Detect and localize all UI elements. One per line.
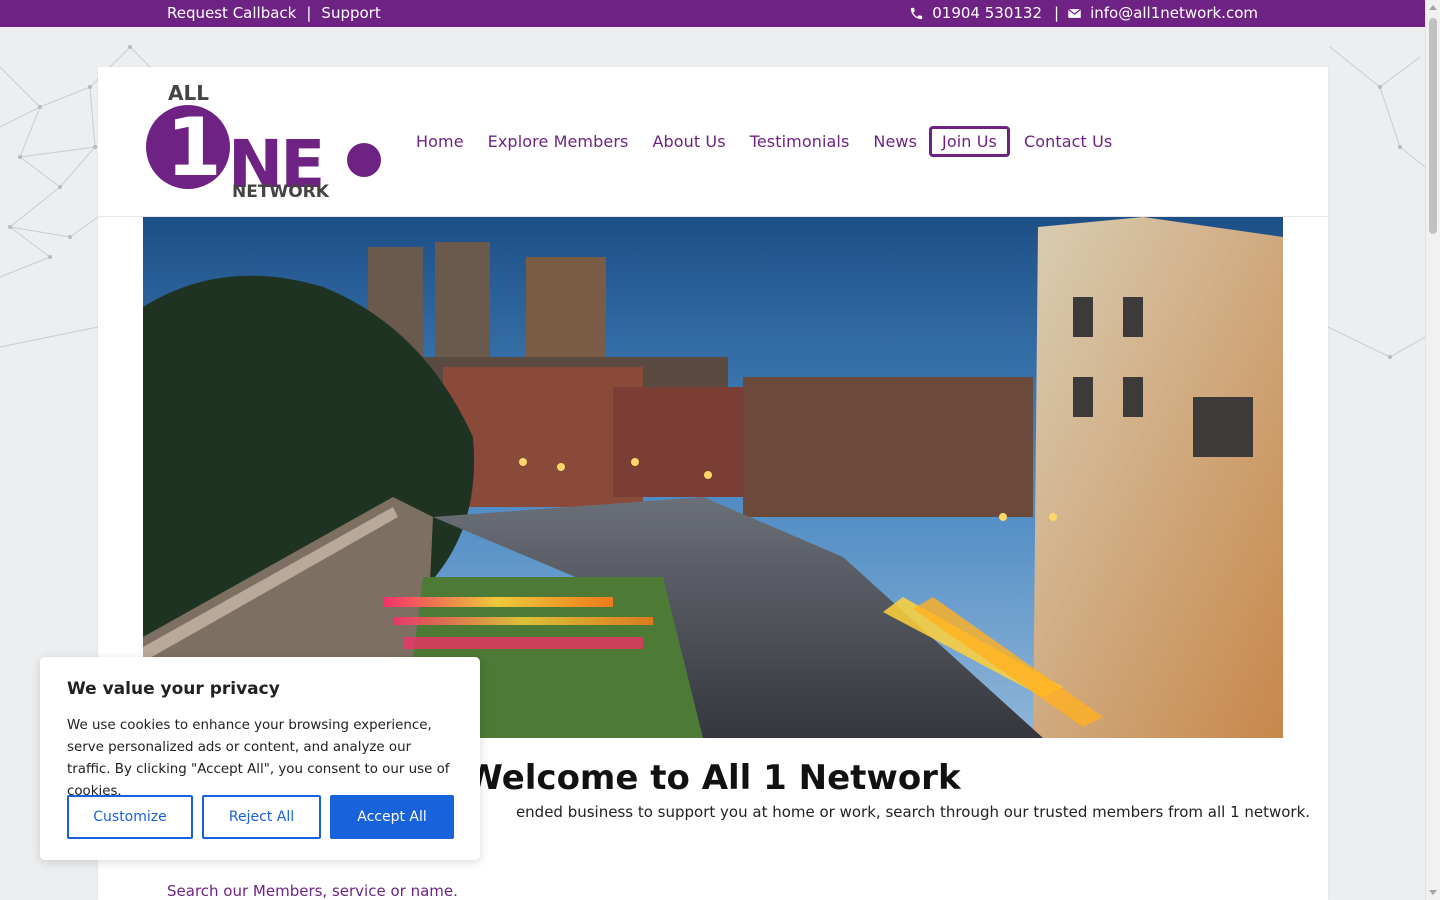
top-bar-left-links: Request Callback | Support — [167, 4, 381, 22]
email-link[interactable]: info@all1network.com — [1090, 4, 1258, 22]
customize-button[interactable]: Customize — [67, 795, 193, 839]
phone-icon — [909, 6, 924, 21]
accept-all-button[interactable]: Accept All — [330, 795, 454, 839]
main-navigation: Home Explore Members About Us Testimonia… — [404, 126, 1124, 157]
top-bar: Request Callback | Support 01904 530132 … — [0, 0, 1425, 27]
support-link[interactable]: Support — [321, 4, 380, 22]
nav-contact-us[interactable]: Contact Us — [1012, 126, 1124, 157]
cookie-title: We value your privacy — [67, 679, 280, 699]
site-logo[interactable]: ALL 1 NE NETWORK — [144, 83, 386, 201]
scrollbar-thumb[interactable] — [1429, 18, 1437, 234]
nav-about-us[interactable]: About Us — [640, 126, 737, 157]
site-header: ALL 1 NE NETWORK Home Explore Members Ab… — [98, 67, 1328, 217]
envelope-icon — [1067, 6, 1082, 21]
cookie-buttons: Customize Reject All Accept All — [67, 795, 454, 839]
contact-separator: | — [1054, 4, 1060, 22]
logo-network-text: NETWORK — [232, 182, 330, 201]
top-bar-contact: 01904 530132 | info@all1network.com — [909, 4, 1258, 22]
search-members-label: Search our Members, service or name. — [167, 882, 458, 900]
nav-testimonials[interactable]: Testimonials — [738, 126, 862, 157]
cookie-consent-banner: We value your privacy We use cookies to … — [40, 657, 480, 860]
phone-link[interactable]: 01904 530132 — [932, 4, 1042, 22]
nav-home[interactable]: Home — [404, 126, 476, 157]
top-bar-separator: | — [306, 4, 312, 22]
nav-news[interactable]: News — [861, 126, 929, 157]
scroll-up-arrow[interactable] — [1429, 5, 1437, 10]
cookie-body: We use cookies to enhance your browsing … — [67, 718, 450, 799]
request-callback-link[interactable]: Request Callback — [167, 4, 296, 22]
nav-explore-members[interactable]: Explore Members — [476, 126, 641, 157]
nav-join-us[interactable]: Join Us — [929, 126, 1010, 157]
logo-numeral: 1 — [166, 101, 222, 194]
reject-all-button[interactable]: Reject All — [202, 795, 321, 839]
page-scrollbar[interactable] — [1425, 0, 1440, 900]
scroll-down-arrow[interactable] — [1429, 890, 1437, 895]
